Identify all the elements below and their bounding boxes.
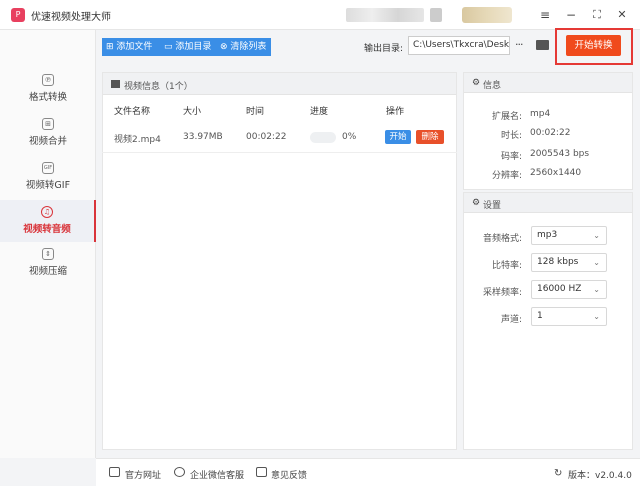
setting-label-sample-rate: 采样频率: [482,288,522,298]
info-value-bitrate: 2005543 bps [530,149,590,159]
website-icon [109,467,120,477]
chevron-down-icon: ⌄ [593,285,600,294]
gear-icon: ⚙ [472,198,481,208]
file-size-cell: 33.97MB [183,132,223,142]
col-header-size: 大小 [183,107,202,117]
wechat-support-link[interactable]: 企业微信客服 [190,468,244,481]
settings-title: 设置 [483,201,502,211]
info-value-extension: mp4 [530,109,551,119]
chevron-down-icon: ⌄ [593,258,600,267]
audio-format-value: mp3 [537,230,558,240]
sidebar-item-label: 格式转换 [28,92,67,103]
sidebar-item-label: 视频转音频 [23,224,71,235]
sidebar-item-video-merge[interactable]: ⊞ 视频合并 [0,118,96,158]
more-options-icon[interactable]: ··· [515,38,523,51]
add-file-icon: ⊞ [106,42,117,52]
open-folder-icon[interactable] [536,40,549,50]
sample-rate-value: 16000 HZ [537,284,582,294]
blurred-vip-badge[interactable] [462,7,512,23]
image-icon [111,80,120,88]
audio-format-select[interactable]: mp3 ⌄ [531,226,607,245]
file-name-cell: 视频2.mp4 [114,135,161,145]
refresh-icon[interactable]: ↻ [554,468,562,479]
info-header: ⚙ 信息 [464,73,632,93]
wechat-icon [174,467,185,477]
video-list-panel: 视频信息（1个） [102,72,457,450]
bitrate-value: 128 kbps [537,257,579,267]
sidebar-item-video-to-gif[interactable]: GIF 视频转GIF [0,162,96,202]
app-title: 优速视频处理大师 [31,12,111,23]
video-merge-icon: ⊞ [42,118,54,130]
chevron-down-icon: ⌄ [593,231,600,240]
info-key-resolution: 分辨率: [491,171,522,181]
info-value-duration: 00:02:22 [530,128,571,138]
sidebar-item-video-compress[interactable]: ⇕ 视频压缩 [0,248,96,288]
row-start-button[interactable]: 开始 [385,130,411,144]
sidebar-item-video-to-audio[interactable]: ♫ 视频转音频 [0,200,96,242]
row-delete-button[interactable]: 删除 [416,130,444,144]
add-folder-label: 添加目录 [175,42,212,52]
close-icon[interactable]: ✕ [613,6,631,24]
clear-list-label: 清除列表 [230,42,267,52]
gif-icon: GIF [42,162,54,174]
format-convert-icon: ℗ [42,74,54,86]
minimize-icon[interactable]: − [562,6,580,24]
output-path-field[interactable]: C:\Users\Tkxcra\Deskto [408,36,510,55]
add-folder-button[interactable]: ▭ 添加目录 [160,38,216,56]
maximize-icon[interactable]: ⛶ [588,6,606,24]
output-dir-label: 输出目录: [364,44,404,54]
col-header-actions: 操作 [386,107,405,117]
add-file-label: 添加文件 [116,42,153,52]
col-header-progress: 进度 [310,107,329,117]
sidebar: ℗ 格式转换 ⊞ 视频合并 GIF 视频转GIF ♫ 视频转音频 ⇕ 视频压缩 [0,30,96,458]
setting-label-channels: 声道: [500,315,522,325]
sidebar-item-label: 视频转GIF [25,180,71,191]
trash-icon: ⊗ [220,42,231,52]
sidebar-item-label: 视频合并 [28,136,67,147]
file-time-cell: 00:02:22 [246,132,287,142]
info-key-extension: 扩展名: [491,112,522,122]
feedback-icon [256,467,267,477]
setting-label-audio-format: 音频格式: [482,234,522,244]
blurred-account-info [346,8,424,22]
row-divider [102,152,457,153]
footer: 官方网址 企业微信客服 意见反馈 ↻ 版本：v2.0.4.0 [96,458,640,486]
progress-bar [310,132,336,143]
col-header-time: 时间 [246,107,265,117]
folder-icon: ▭ [164,42,176,52]
video-list-title: 视频信息（1个） [124,82,193,92]
official-website-link[interactable]: 官方网址 [125,468,161,481]
gear-icon: ⚙ [472,78,481,88]
chevron-down-icon: ⌄ [593,312,600,321]
settings-header: ⚙ 设置 [464,193,632,213]
menu-icon[interactable]: ≡ [536,6,554,24]
progress-percent: 0% [342,132,357,142]
info-key-bitrate: 码率: [500,152,522,162]
feedback-link[interactable]: 意见反馈 [271,468,307,481]
compress-icon: ⇕ [42,248,54,260]
info-title: 信息 [483,81,502,91]
sidebar-item-format-convert[interactable]: ℗ 格式转换 [0,74,96,114]
bitrate-select[interactable]: 128 kbps ⌄ [531,253,607,272]
video-list-header: 视频信息（1个） [103,73,456,95]
version-label: 版本：v2.0.4.0 [568,471,632,481]
blurred-badge [430,8,442,22]
title-bar: P 优速视频处理大师 ≡ − ⛶ ✕ [0,0,640,30]
channels-select[interactable]: 1 ⌄ [531,307,607,326]
channels-value: 1 [537,311,543,321]
clear-list-button[interactable]: ⊗ 清除列表 [216,38,271,56]
setting-label-bitrate: 比特率: [491,261,522,271]
col-header-name: 文件名称 [114,107,151,117]
sidebar-item-label: 视频压缩 [28,266,67,277]
start-convert-button[interactable]: 开始转换 [566,35,621,56]
audio-icon: ♫ [41,206,53,218]
info-value-resolution: 2560x1440 [530,168,582,178]
info-key-duration: 时长: [500,131,522,141]
app-logo-icon: P [11,8,25,22]
add-file-button[interactable]: ⊞ 添加文件 [102,38,160,56]
sample-rate-select[interactable]: 16000 HZ ⌄ [531,280,607,299]
